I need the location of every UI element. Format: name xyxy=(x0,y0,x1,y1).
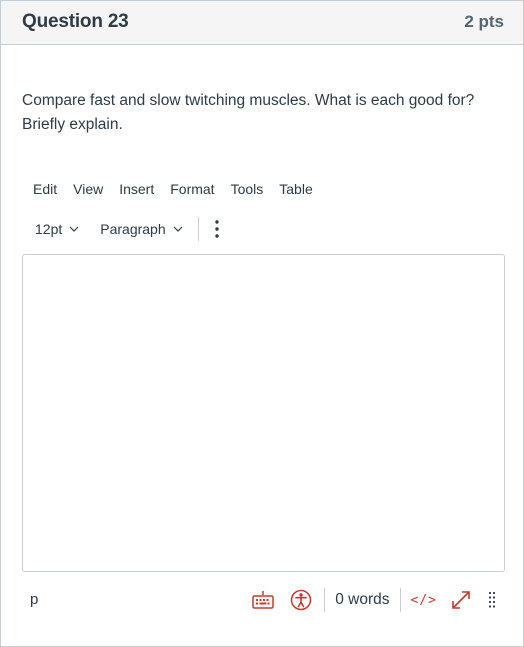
resize-handle[interactable] xyxy=(485,591,499,609)
menu-table[interactable]: Table xyxy=(271,179,320,201)
resize-handle-icon xyxy=(488,591,496,608)
menu-view[interactable]: View xyxy=(65,179,111,201)
keyboard-shortcuts-button[interactable] xyxy=(250,590,276,610)
fullscreen-button[interactable] xyxy=(449,589,473,611)
word-count[interactable]: 0 words xyxy=(335,591,389,609)
menu-insert[interactable]: Insert xyxy=(111,179,162,201)
chevron-down-icon xyxy=(69,226,79,232)
more-vertical-icon xyxy=(214,220,219,238)
menu-edit[interactable]: Edit xyxy=(25,179,65,201)
status-actions: 0 words </> xyxy=(250,586,499,614)
rich-text-editor[interactable] xyxy=(22,254,505,572)
fullscreen-icon xyxy=(452,591,470,609)
element-path[interactable]: p xyxy=(30,591,38,608)
accessibility-icon xyxy=(290,589,312,611)
menu-tools[interactable]: Tools xyxy=(223,179,272,201)
toolbar-divider xyxy=(197,217,199,241)
status-divider xyxy=(399,588,401,612)
editor-status-bar: p 0 words </> xyxy=(22,584,505,616)
question-header: Question 23 2 pts xyxy=(1,1,523,45)
html-editor-toggle[interactable]: </> xyxy=(411,593,437,608)
more-options-button[interactable] xyxy=(207,217,227,241)
question-points: 2 pts xyxy=(464,12,504,31)
accessibility-checker-button[interactable] xyxy=(288,589,314,611)
keyboard-icon xyxy=(252,591,274,609)
editor-menubar: Edit View Insert Format Tools Table xyxy=(25,179,321,201)
block-format-value: Paragraph xyxy=(100,221,166,237)
chevron-down-icon xyxy=(173,226,183,232)
menu-format[interactable]: Format xyxy=(162,179,222,201)
block-format-select[interactable]: Paragraph xyxy=(90,218,193,240)
question-card: Question 23 2 pts Compare fast and slow … xyxy=(0,0,524,647)
question-title: Question 23 xyxy=(22,11,129,32)
font-size-value: 12pt xyxy=(35,221,63,237)
font-size-select[interactable]: 12pt xyxy=(25,218,90,240)
status-divider xyxy=(324,588,326,612)
question-text: Compare fast and slow twitching muscles.… xyxy=(22,92,475,133)
editor-toolbar: 12pt Paragraph xyxy=(25,215,227,243)
